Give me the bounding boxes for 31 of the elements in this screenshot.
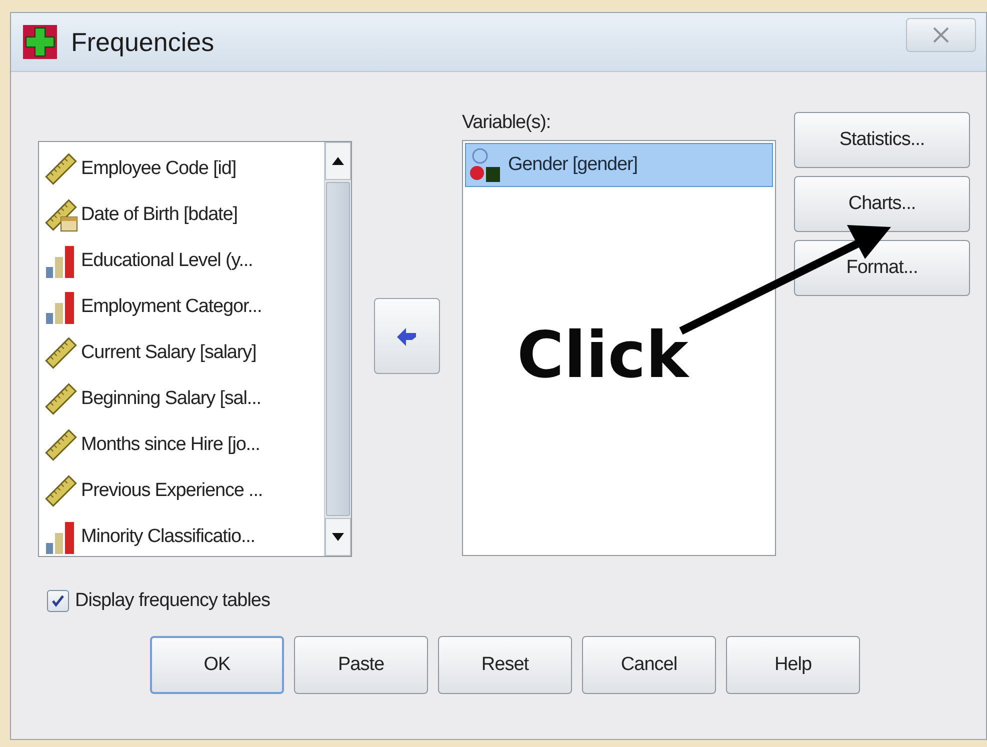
variable-item[interactable]: Gender [gender] (465, 143, 773, 187)
variable-item[interactable]: Current Salary [salary] (39, 330, 324, 376)
dialog-button[interactable]: Help (726, 636, 860, 694)
check-icon (51, 594, 65, 608)
checkbox[interactable] (47, 590, 69, 612)
dialog-button[interactable]: Format... (794, 240, 970, 296)
scrollbar[interactable] (324, 142, 351, 556)
scroll-down-icon (332, 533, 344, 541)
dialog-button[interactable]: Reset (438, 636, 572, 694)
dialog-button[interactable]: Charts... (794, 176, 970, 232)
variable-item[interactable]: Months since Hire [jo... (39, 422, 324, 468)
close-icon (932, 27, 950, 43)
dialog-button[interactable]: Statistics... (794, 112, 970, 168)
variable-item[interactable]: Employment Categor... (39, 284, 324, 330)
close-button[interactable] (906, 18, 976, 52)
variable-item[interactable]: Minority Classificatio... (39, 514, 324, 556)
variable-item[interactable]: Date of Birth [bdate] (39, 192, 324, 238)
variables-label: Variable(s): (462, 112, 552, 135)
variable-item[interactable]: Employee Code [id] (39, 146, 324, 192)
scroll-up-icon (332, 157, 344, 165)
move-variable-button[interactable] (374, 298, 440, 374)
variable-item[interactable]: Previous Experience ... (39, 468, 324, 514)
annotation-text: Click (517, 319, 688, 393)
app-icon (23, 25, 57, 59)
dialog-button[interactable]: OK (150, 636, 284, 694)
variable-item[interactable]: Beginning Salary [sal... (39, 376, 324, 422)
checkbox-label: Display frequency tables (75, 590, 270, 612)
variable-item[interactable]: Educational Level (y... (39, 238, 324, 284)
dialog-button[interactable]: Paste (294, 636, 428, 694)
dialog-button[interactable]: Cancel (582, 636, 716, 694)
window-title: Frequencies (71, 26, 216, 58)
